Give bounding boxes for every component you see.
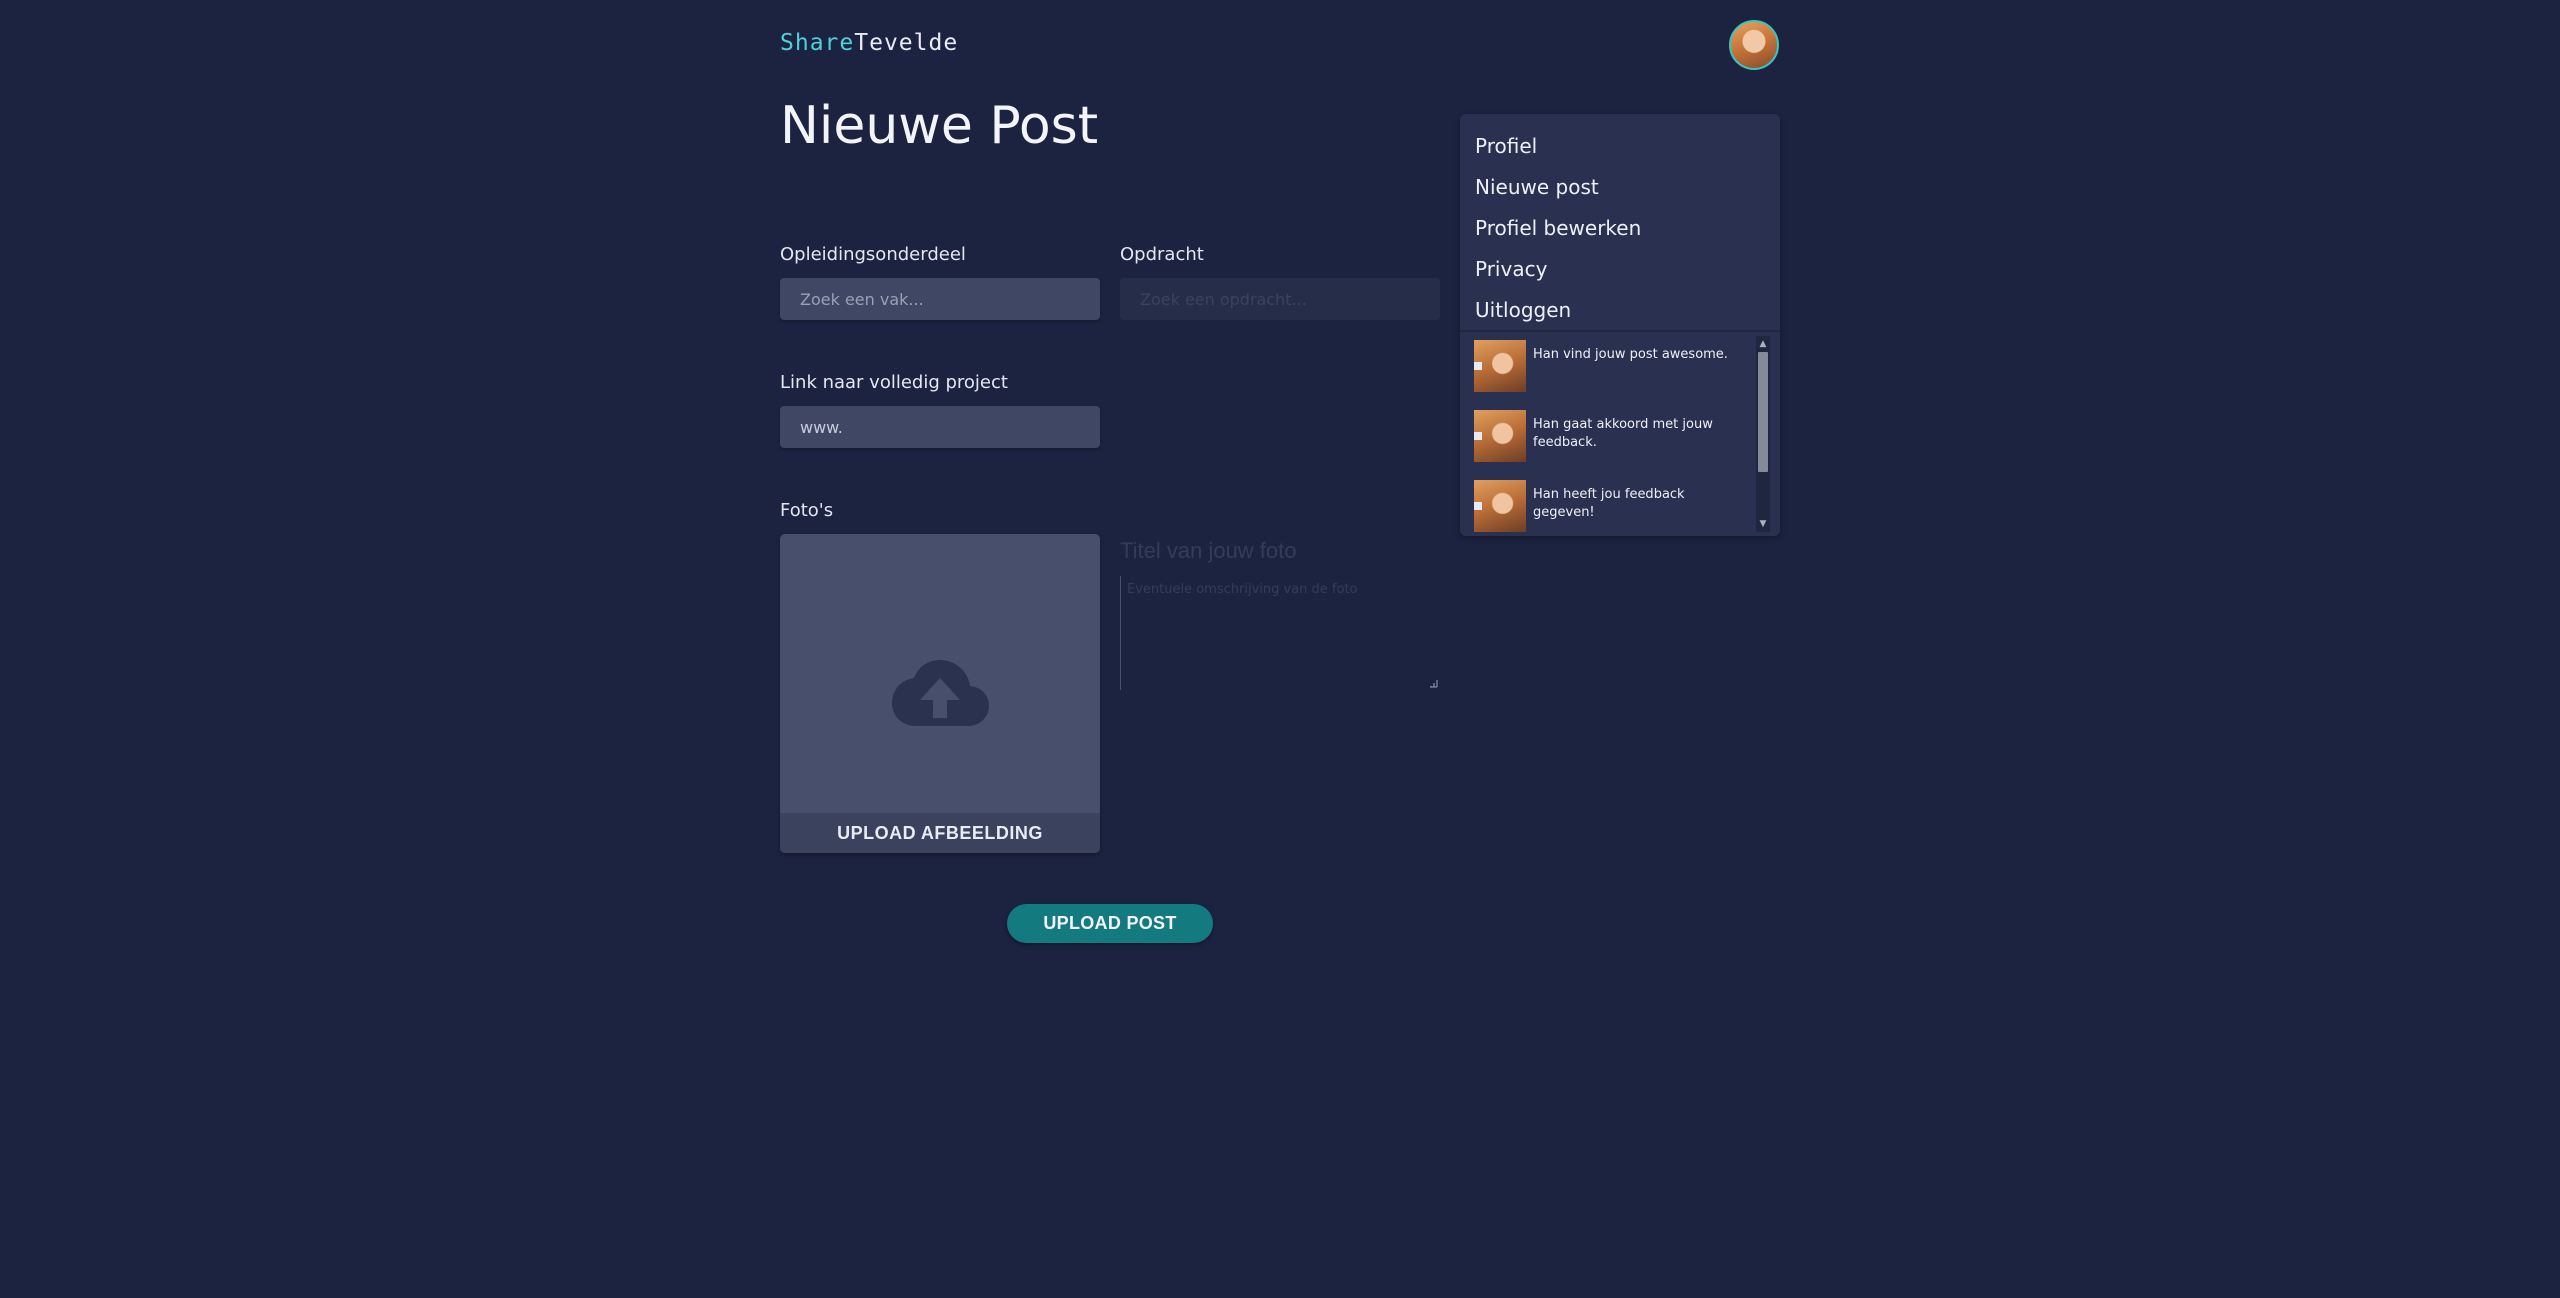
project-link-input[interactable] (780, 406, 1100, 448)
photos-label: Foto's (780, 500, 834, 521)
notifications-list: Han vind jouw post awesome. Han gaat akk… (1474, 336, 1766, 532)
brand-logo-part1: Share (780, 30, 855, 56)
page: ShareTevelde Nieuwe Post Opleidingsonder… (0, 0, 2560, 1298)
photo-description-textarea[interactable] (1120, 576, 1440, 690)
menu-item-privacy[interactable]: Privacy (1460, 249, 1780, 290)
notification-item[interactable]: Han gaat akkoord met jouw feedback. (1474, 410, 1744, 464)
notification-text: Han gaat akkoord met jouw feedback. (1533, 417, 1713, 450)
notification-text: Han vind jouw post awesome. (1533, 347, 1728, 362)
user-avatar-button[interactable] (1729, 20, 1779, 70)
assignment-label: Opdracht (1120, 244, 1204, 265)
notification-avatar (1474, 480, 1526, 532)
scroll-up-icon[interactable]: ▲ (1756, 338, 1770, 350)
scroll-down-icon[interactable]: ▼ (1756, 518, 1770, 530)
menu-item-profiel[interactable]: Profiel (1460, 126, 1780, 167)
menu-item-profiel-bewerken[interactable]: Profiel bewerken (1460, 208, 1780, 249)
upload-post-button[interactable]: UPLOAD POST (1007, 904, 1213, 943)
notification-item[interactable]: Han vind jouw post awesome. (1474, 340, 1744, 394)
menu-item-uitloggen[interactable]: Uitloggen (1460, 290, 1780, 331)
notification-avatar (1474, 410, 1526, 462)
menu-item-nieuwe-post[interactable]: Nieuwe post (1460, 167, 1780, 208)
brand-logo-part2: Tevelde (854, 30, 959, 56)
user-menu-dropdown: Profiel Nieuwe post Profiel bewerken Pri… (1460, 114, 1780, 536)
project-link-label: Link naar volledig project (780, 372, 1008, 393)
brand-logo[interactable]: ShareTevelde (780, 30, 958, 56)
assignment-search-input[interactable] (1120, 278, 1440, 320)
user-menu-list: Profiel Nieuwe post Profiel bewerken Pri… (1460, 114, 1780, 331)
image-upload-area[interactable]: UPLOAD AFBEELDING (780, 534, 1100, 853)
upload-image-button[interactable]: UPLOAD AFBEELDING (780, 813, 1100, 853)
resize-handle-icon[interactable] (1428, 678, 1438, 688)
notification-avatar (1474, 340, 1526, 392)
menu-divider (1460, 330, 1780, 332)
cloud-upload-icon (892, 660, 989, 726)
notification-text: Han heeft jou feedback gegeven! (1533, 487, 1685, 520)
photo-title-input[interactable] (1120, 534, 1440, 568)
notification-item[interactable]: Han heeft jou feedback gegeven! (1474, 480, 1744, 532)
page-title: Nieuwe Post (780, 96, 1099, 156)
scrollbar-thumb[interactable] (1758, 352, 1768, 472)
notifications-scrollbar[interactable]: ▲ ▼ (1756, 336, 1770, 532)
course-search-input[interactable] (780, 278, 1100, 320)
course-label: Opleidingsonderdeel (780, 244, 966, 265)
